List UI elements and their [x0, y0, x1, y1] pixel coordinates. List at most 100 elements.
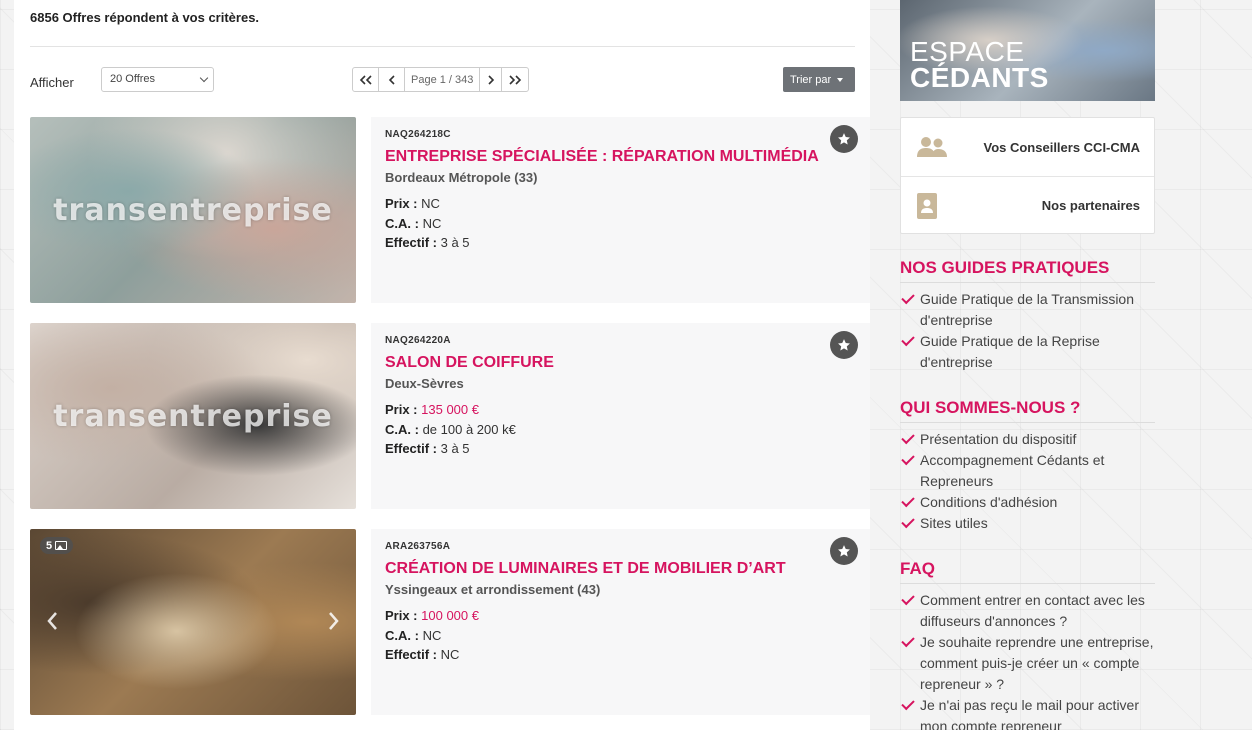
listing-photo[interactable]: transentreprise [30, 117, 356, 303]
ca-label: C.A. : [385, 421, 419, 437]
guides-section: NOS GUIDES PRATIQUES Guide Pratique de l… [900, 258, 1155, 373]
listing-info: NAQ264220A SALON DE COIFFURE Deux-Sèvres… [371, 323, 870, 509]
check-icon [901, 290, 915, 305]
faq-link[interactable]: Je n'ai pas reçu le mail pour activer mo… [900, 695, 1155, 730]
price-label: Prix : [385, 608, 418, 623]
listing-attributes: Prix : 135 000 € C.A. : de 100 à 200 k€ … [385, 400, 856, 459]
link-text: Guide Pratique de la Transmission d'entr… [920, 291, 1134, 328]
double-chevron-left-icon [359, 74, 372, 85]
about-link[interactable]: Présentation du dispositif [900, 429, 1155, 450]
faq-section: FAQ Comment entrer en contact avec les d… [900, 559, 1155, 730]
ca-value: NC [422, 627, 442, 643]
next-page-button[interactable] [480, 68, 503, 91]
double-chevron-right-icon [509, 74, 522, 85]
listing-info: ARA263756A CRÉATION DE LUMINAIRES ET DE … [371, 529, 870, 715]
chevron-right-icon [488, 74, 495, 85]
sidebar-links: Vos Conseillers CCI-CMA Nos partenaires [900, 117, 1155, 234]
ca-label: C.A. : [385, 627, 419, 643]
caret-down-icon [837, 77, 844, 82]
favorite-button[interactable] [830, 331, 858, 359]
listing-ref: NAQ264220A [385, 335, 451, 346]
star-icon [838, 133, 850, 145]
check-icon [901, 514, 915, 529]
faq-link[interactable]: Je souhaite reprendre une entreprise, co… [900, 632, 1155, 695]
carousel-next-icon[interactable] [326, 609, 342, 633]
staff-label: Effectif : [385, 441, 437, 456]
sidebar-link-partenaires[interactable]: Nos partenaires [901, 176, 1154, 234]
page-indicator: Page 1 / 343 [405, 68, 481, 91]
listing-location: Yssingeaux et arrondissement (43) [385, 582, 601, 597]
price-value: 100 000 € [421, 608, 479, 623]
guide-link[interactable]: Guide Pratique de la Reprise d'entrepris… [900, 331, 1155, 373]
check-icon [901, 451, 915, 466]
sidebar-link-label: Vos Conseillers CCI-CMA [983, 139, 1140, 155]
listing-title[interactable]: ENTREPRISE SPÉCIALISÉE : RÉPARATION MULT… [385, 148, 856, 166]
listing-location: Deux-Sèvres [385, 376, 464, 391]
sort-button[interactable]: Trier par [783, 67, 855, 92]
listing-photo[interactable]: 5 [30, 529, 356, 715]
watermark: transentreprise [53, 193, 333, 228]
guide-link[interactable]: Guide Pratique de la Transmission d'entr… [900, 289, 1155, 331]
staff-value: NC [440, 647, 460, 662]
about-link[interactable]: Sites utiles [900, 513, 1155, 534]
watermark: transentreprise [53, 399, 333, 434]
per-page-value: 20 Offres [110, 73, 156, 85]
staff-value: 3 à 5 [440, 441, 470, 456]
check-icon [901, 696, 915, 711]
listing-card: transentreprise NAQ264218C ENTREPRISE SP… [30, 117, 870, 303]
ca-value: NC [422, 215, 442, 231]
faq-link[interactable]: Comment entrer en contact avec les diffu… [900, 590, 1155, 632]
section-title: QUI SOMMES-NOUS ? [900, 398, 1155, 423]
chevron-left-icon [388, 74, 395, 85]
star-icon [838, 545, 850, 557]
favorite-button[interactable] [830, 125, 858, 153]
last-page-button[interactable] [502, 68, 528, 91]
staff-label: Effectif : [385, 647, 437, 662]
results-count: 6856 Offres répondent à vos critères. [30, 10, 260, 25]
users-icon [917, 137, 947, 157]
per-page-select[interactable]: 20 Offres [101, 67, 214, 92]
ca-value: de 100 à 200 k€ [422, 421, 516, 437]
about-link[interactable]: Accompagnement Cédants et Repreneurs [900, 450, 1155, 492]
listing-info: NAQ264218C ENTREPRISE SPÉCIALISÉE : RÉPA… [371, 117, 870, 303]
pagination: Page 1 / 343 [352, 67, 530, 92]
favorite-button[interactable] [830, 537, 858, 565]
link-text: Présentation du dispositif [920, 431, 1077, 447]
sidebar-link-conseillers[interactable]: Vos Conseillers CCI-CMA [901, 118, 1154, 176]
first-page-button[interactable] [353, 68, 379, 91]
divider [30, 46, 855, 47]
photo-count: 5 [46, 539, 53, 552]
ca-label: C.A. : [385, 215, 419, 231]
link-text: Comment entrer en contact avec les diffu… [920, 592, 1145, 629]
listing-ref: NAQ264218C [385, 129, 451, 140]
results-panel: 6856 Offres répondent à vos critères. Af… [14, 0, 870, 730]
price-value: NC [421, 196, 440, 211]
check-icon [901, 591, 915, 606]
carousel-prev-icon[interactable] [44, 609, 60, 633]
listing-location: Bordeaux Métropole (33) [385, 170, 538, 185]
staff-value: 3 à 5 [440, 235, 470, 250]
about-section: QUI SOMMES-NOUS ? Présentation du dispos… [900, 398, 1155, 534]
listing-attributes: Prix : 100 000 € C.A. : NC Effectif : NC [385, 606, 856, 665]
price-label: Prix : [385, 402, 418, 417]
listing-title[interactable]: CRÉATION DE LUMINAIRES ET DE MOBILIER D’… [385, 560, 856, 578]
about-link[interactable]: Conditions d'adhésion [900, 492, 1155, 513]
listing-title[interactable]: SALON DE COIFFURE [385, 354, 856, 372]
prev-page-button[interactable] [379, 68, 405, 91]
link-text: Je souhaite reprendre une entreprise, co… [920, 634, 1154, 692]
listing-card: 5 ARA263756A CRÉATION DE LUMINAIRES ET D… [30, 529, 870, 715]
section-title: FAQ [900, 559, 1155, 584]
section-title: NOS GUIDES PRATIQUES [900, 258, 1155, 283]
check-icon [901, 332, 915, 347]
photo-count-badge: 5 [40, 537, 74, 554]
image-icon [55, 541, 68, 550]
check-icon [901, 493, 915, 508]
listing-ref: ARA263756A [385, 541, 451, 552]
listing-photo[interactable]: transentreprise [30, 323, 356, 509]
link-text: Je n'ai pas reçu le mail pour activer mo… [920, 697, 1139, 730]
espace-cedants-banner[interactable]: ESPACE CÉDANTS [900, 0, 1155, 101]
link-text: Accompagnement Cédants et Repreneurs [920, 452, 1105, 489]
check-icon [901, 633, 915, 648]
sidebar-link-label: Nos partenaires [1041, 198, 1140, 213]
link-text: Conditions d'adhésion [920, 494, 1058, 510]
